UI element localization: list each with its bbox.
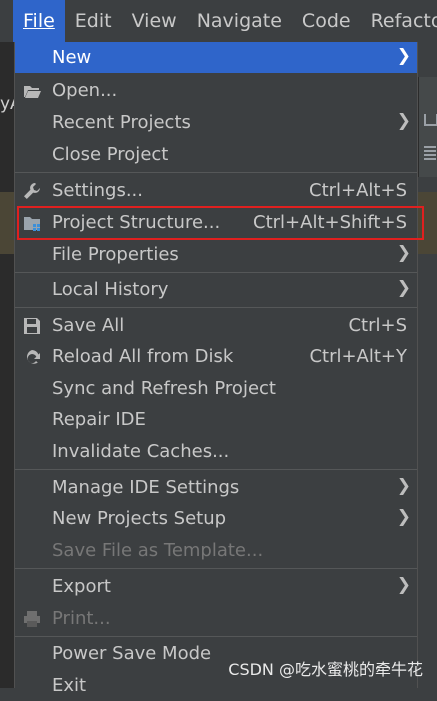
chevron-right-icon: ❯ — [396, 476, 411, 496]
menu-navigate[interactable]: Navigate — [187, 0, 292, 42]
menu-separator — [15, 568, 417, 569]
background-tan-band — [0, 192, 14, 254]
menu-item-save-all-shortcut: Ctrl+S — [348, 315, 407, 336]
folder-open-icon — [24, 86, 41, 98]
chevron-right-icon: ❯ — [396, 507, 411, 527]
menu-item-repair-ide[interactable]: Repair IDE — [15, 404, 417, 435]
menu-separator — [15, 636, 417, 637]
chevron-right-icon: ❯ — [396, 243, 411, 263]
menu-item-exit-label: Exit — [52, 675, 87, 696]
file-dropdown-menu: New ❯ Open... Recent Projects ❯ Close Pr… — [14, 42, 424, 696]
tray-icon — [424, 114, 437, 126]
menu-item-reload-all[interactable]: Reload All from Disk Ctrl+Alt+Y — [15, 341, 417, 372]
wrench-icon — [24, 183, 40, 199]
menu-item-settings-label: Settings... — [52, 180, 143, 201]
menu-item-local-history[interactable]: Local History ❯ — [15, 274, 417, 305]
menu-item-file-properties[interactable]: File Properties ❯ — [15, 239, 417, 270]
background-toolbar-panel — [418, 77, 437, 177]
chevron-right-icon: ❯ — [396, 278, 411, 298]
watermark: CSDN @吃水蜜桃的牵牛花 — [228, 660, 423, 679]
menu-item-open-label: Open... — [52, 80, 118, 101]
menu-code[interactable]: Code — [292, 0, 361, 42]
menu-item-manage-ide-settings-label: Manage IDE Settings — [52, 477, 240, 498]
menu-edit[interactable]: Edit — [65, 0, 122, 42]
menu-item-recent-projects-label: Recent Projects — [52, 112, 191, 133]
background-left-strip: yA — [0, 42, 14, 688]
background-right-strip — [418, 42, 437, 688]
menu-item-sync-refresh[interactable]: Sync and Refresh Project — [15, 373, 417, 404]
menu-item-reload-all-shortcut: Ctrl+Alt+Y — [309, 346, 407, 367]
menu-separator — [15, 272, 417, 273]
menu-item-new[interactable]: New ❯ — [15, 42, 417, 73]
refresh-icon — [27, 350, 40, 364]
menu-item-save-as-template: Save File as Template... — [15, 535, 417, 566]
menu-item-reload-all-label: Reload All from Disk — [52, 346, 234, 367]
menu-separator — [15, 307, 417, 308]
menu-file-label: File — [23, 10, 55, 32]
menu-item-settings[interactable]: Settings... Ctrl+Alt+S — [15, 175, 417, 206]
menu-item-manage-ide-settings[interactable]: Manage IDE Settings ❯ — [15, 472, 417, 503]
menu-item-save-all[interactable]: Save All Ctrl+S — [15, 310, 417, 341]
menu-item-save-all-label: Save All — [52, 315, 125, 336]
menu-view[interactable]: View — [122, 0, 187, 42]
chevron-right-icon: ❯ — [396, 111, 411, 131]
background-text-fragment: yA — [0, 94, 14, 114]
document-icon — [424, 146, 436, 160]
menu-item-sync-refresh-label: Sync and Refresh Project — [52, 378, 276, 399]
menu-item-invalidate-caches[interactable]: Invalidate Caches... — [15, 436, 417, 467]
print-icon — [24, 611, 40, 627]
menu-item-save-as-template-label: Save File as Template... — [52, 540, 264, 561]
menu-item-print-label: Print... — [52, 608, 111, 629]
menu-item-export[interactable]: Export ❯ — [15, 571, 417, 602]
menu-item-close-project[interactable]: Close Project — [15, 139, 417, 170]
chevron-right-icon: ❯ — [396, 575, 411, 595]
menu-item-repair-ide-label: Repair IDE — [52, 409, 146, 430]
menu-separator — [15, 172, 417, 173]
menu-item-new-label: New — [52, 47, 92, 68]
menu-separator — [15, 469, 417, 470]
menu-item-new-projects-setup[interactable]: New Projects Setup ❯ — [15, 503, 417, 534]
menu-refactor[interactable]: Refactor — [361, 0, 437, 42]
menu-item-recent-projects[interactable]: Recent Projects ❯ — [15, 107, 417, 138]
menu-item-power-save-label: Power Save Mode — [52, 643, 212, 664]
menu-item-print: Print... — [15, 603, 417, 634]
menu-item-local-history-label: Local History — [52, 279, 169, 300]
menu-item-open[interactable]: Open... — [15, 75, 417, 106]
menu-item-settings-shortcut: Ctrl+Alt+S — [309, 180, 407, 201]
save-icon — [24, 318, 40, 334]
menu-item-export-label: Export — [52, 576, 111, 597]
menu-item-close-project-label: Close Project — [52, 144, 169, 165]
menu-item-new-projects-setup-label: New Projects Setup — [52, 508, 227, 529]
menu-item-file-properties-label: File Properties — [52, 244, 179, 265]
menu-item-invalidate-caches-label: Invalidate Caches... — [52, 441, 230, 462]
chevron-right-icon: ❯ — [396, 46, 411, 66]
highlight-box — [17, 206, 424, 240]
menu-bar: File Edit View Navigate Code Refactor — [0, 0, 437, 42]
menu-file[interactable]: File — [13, 0, 65, 42]
